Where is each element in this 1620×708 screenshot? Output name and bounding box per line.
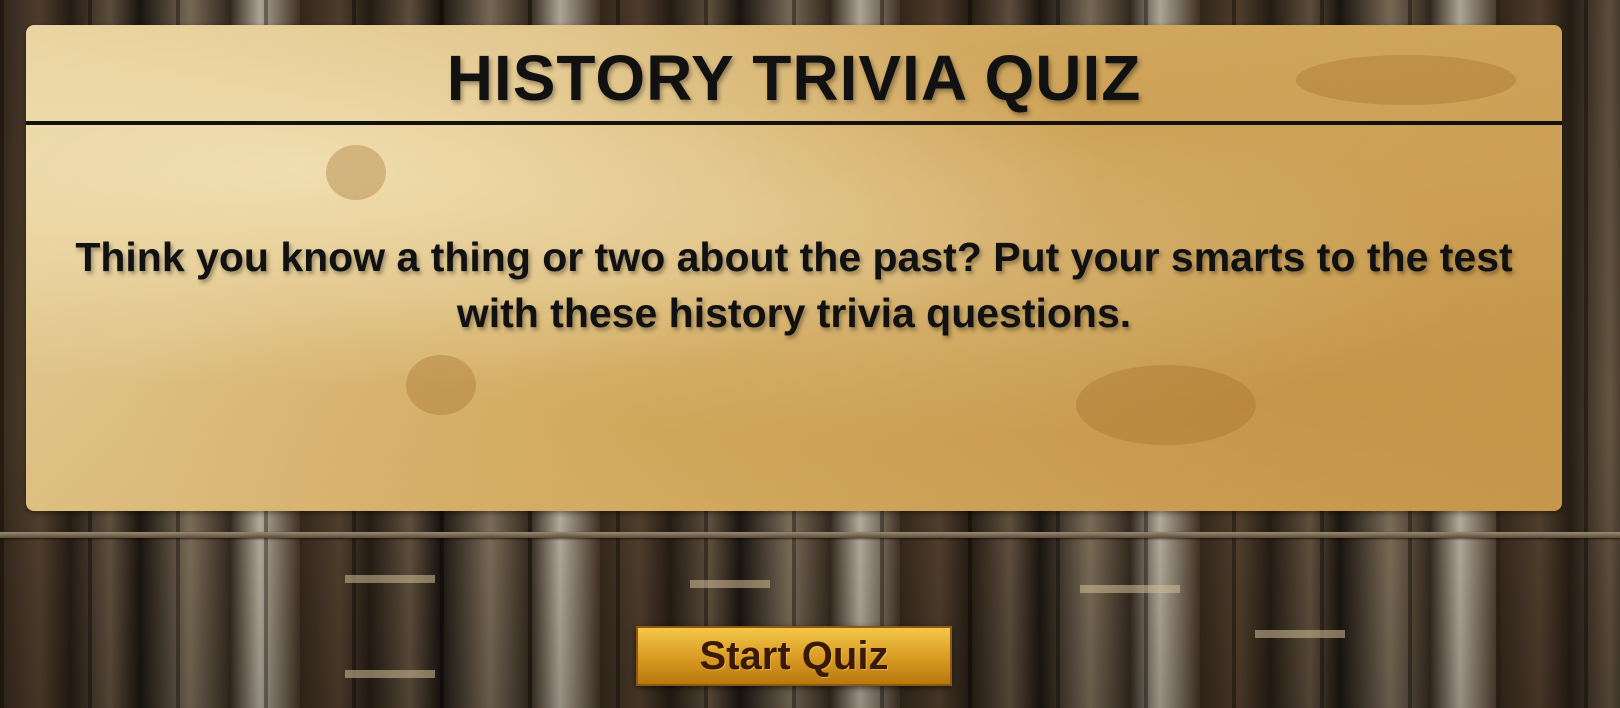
book-spine-band (1255, 630, 1345, 638)
book-spine-band (345, 575, 435, 583)
start-quiz-button[interactable]: Start Quiz (636, 626, 952, 686)
parchment-stain (406, 355, 476, 415)
parchment-stain (326, 145, 386, 200)
book-spine-band (690, 580, 770, 588)
parchment-stain (1076, 365, 1256, 445)
title-divider (26, 121, 1562, 125)
quiz-intro-panel: HISTORY TRIVIA QUIZ Think you know a thi… (26, 25, 1562, 511)
shelf-rail (0, 532, 1620, 538)
book-spine-band (1080, 585, 1180, 593)
book-spine-band (345, 670, 435, 678)
quiz-description: Think you know a thing or two about the … (75, 234, 1513, 336)
quiz-title: HISTORY TRIVIA QUIZ (446, 42, 1142, 114)
